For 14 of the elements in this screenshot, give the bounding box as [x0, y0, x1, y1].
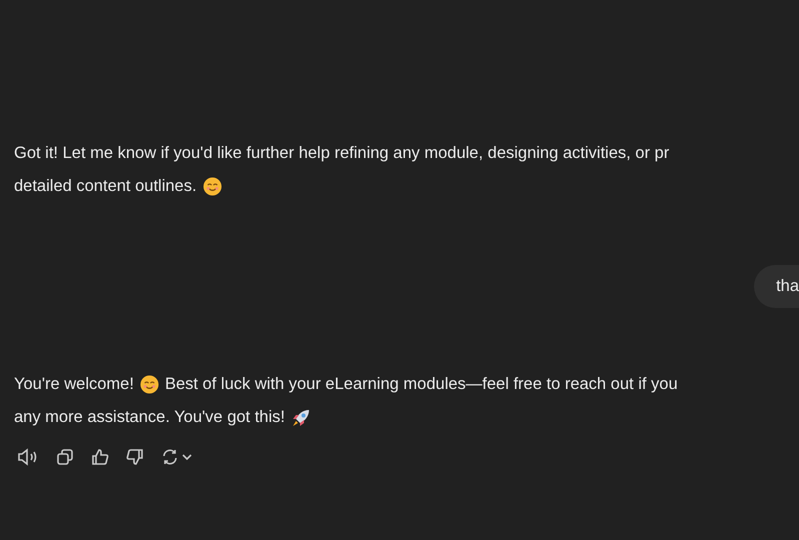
smiling-face-icon — [202, 177, 222, 196]
message-text: any more assistance. You've got this! — [14, 408, 285, 427]
message-text: You're welcome! — [14, 375, 134, 394]
message-text: detailed content outlines. — [14, 177, 197, 196]
user-message-bubble: tha — [754, 265, 799, 308]
thumbs-down-icon[interactable] — [126, 448, 144, 466]
speaker-icon[interactable] — [17, 448, 39, 466]
thumbs-up-icon[interactable] — [91, 448, 109, 466]
message-text: Best of luck with your eLearning modules—feel free to reach out if you — [164, 375, 678, 394]
rocket-icon — [290, 408, 311, 428]
refresh-icon[interactable] — [161, 448, 179, 466]
message-text: Got it! Let me know if you'd like further help refining any module, designing activities, or pr — [14, 144, 670, 163]
copy-icon[interactable] — [56, 448, 74, 466]
smiling-face-icon — [140, 375, 159, 394]
